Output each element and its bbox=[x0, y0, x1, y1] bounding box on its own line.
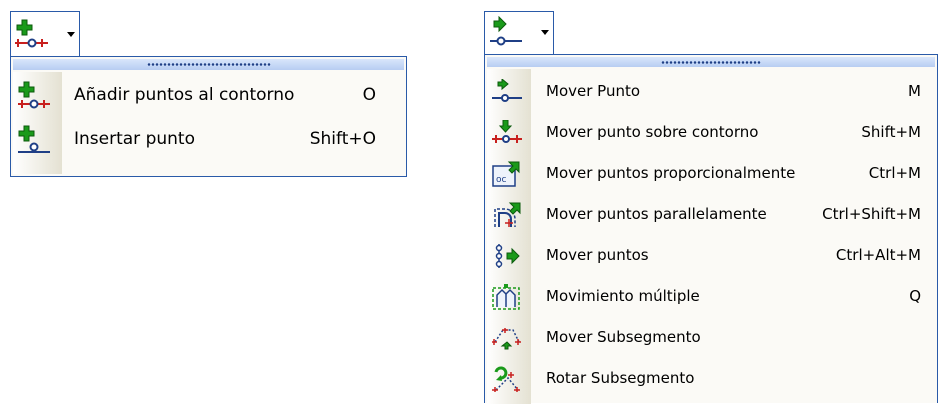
move-points-menu-button[interactable] bbox=[484, 11, 554, 55]
move-points-proportionally-icon: oc bbox=[492, 161, 522, 187]
grip-dots bbox=[661, 60, 761, 64]
menu-item-shortcut: Shift+M bbox=[861, 123, 921, 141]
menu-item-move-subsegment[interactable]: Mover Subsegmento bbox=[485, 316, 937, 357]
menu-item-label: Añadir puntos al contorno bbox=[74, 85, 295, 105]
menu-item-shortcut: M bbox=[908, 82, 921, 100]
chevron-down-icon bbox=[67, 32, 75, 37]
menu-item-label: Mover puntos proporcionalmente bbox=[546, 164, 796, 182]
menu-item-label: Mover puntos parallelamente bbox=[546, 205, 767, 223]
menu-item-label: Rotar Subsegmento bbox=[546, 369, 695, 387]
menu-item-move-point[interactable]: Mover Punto M bbox=[485, 70, 937, 111]
menu-item-shortcut: Ctrl+Alt+M bbox=[835, 246, 921, 264]
menu-item-rotate-subsegment[interactable]: Rotar Subsegmento bbox=[485, 357, 937, 398]
menu-item-insert-point[interactable]: Insertar punto Shift+O bbox=[11, 117, 406, 161]
menu-item-shortcut: Ctrl+Shift+M bbox=[822, 205, 921, 223]
dropdown-panel: Mover Punto M Mover punto sobre contorno… bbox=[484, 54, 938, 404]
move-subsegment-icon bbox=[492, 325, 522, 351]
menu-item-label: Mover Punto bbox=[546, 82, 641, 100]
menu-item-shortcut: Ctrl+M bbox=[868, 164, 921, 182]
menu-item-label: Movimiento múltiple bbox=[546, 287, 700, 305]
multiple-movement-icon bbox=[492, 284, 522, 310]
move-points-menu: Mover Punto M Mover punto sobre contorno… bbox=[484, 11, 938, 404]
svg-text:oc: oc bbox=[496, 175, 507, 185]
move-points-parallel-icon bbox=[492, 202, 522, 228]
menu-item-label: Insertar punto bbox=[74, 129, 195, 149]
menu-item-move-points-parallel[interactable]: Mover puntos parallelamente Ctrl+Shift+M bbox=[485, 193, 937, 234]
rotate-subsegment-icon bbox=[492, 366, 522, 392]
grip-dots bbox=[146, 63, 271, 66]
move-point-icon bbox=[489, 16, 523, 50]
add-points-menu-button[interactable] bbox=[10, 11, 80, 57]
menu-item-move-points-proportionally[interactable]: oc Mover puntos proporcionalmente Ctrl+M bbox=[485, 152, 937, 193]
move-points-icon bbox=[492, 243, 522, 269]
menu-grip[interactable] bbox=[13, 59, 404, 70]
menu-item-multiple-movement[interactable]: Movimiento múltiple Q bbox=[485, 275, 937, 316]
chevron-down-icon bbox=[541, 30, 549, 35]
move-point-on-contour-icon bbox=[492, 120, 522, 146]
menu-item-move-point-on-contour[interactable]: Mover punto sobre contorno Shift+M bbox=[485, 111, 937, 152]
menu-item-label: Mover puntos bbox=[546, 246, 649, 264]
menu-grip[interactable] bbox=[487, 57, 935, 67]
menu-item-shortcut: Shift+O bbox=[309, 129, 376, 149]
menu-item-add-points-contour[interactable]: Añadir puntos al contorno O bbox=[11, 73, 406, 117]
dropdown-panel: Añadir puntos al contorno O Insertar pun… bbox=[10, 56, 407, 177]
add-points-contour-icon bbox=[18, 81, 50, 111]
menu-item-label: Mover punto sobre contorno bbox=[546, 123, 759, 141]
add-points-menu: Añadir puntos al contorno O Insertar pun… bbox=[10, 11, 407, 177]
menu-item-shortcut: O bbox=[362, 85, 376, 105]
move-point-icon bbox=[492, 79, 522, 105]
add-points-icon bbox=[15, 17, 49, 51]
menu-item-label: Mover Subsegmento bbox=[546, 328, 701, 346]
insert-point-icon bbox=[18, 125, 50, 155]
menu-item-shortcut: Q bbox=[909, 287, 921, 305]
menu-item-move-points[interactable]: Mover puntos Ctrl+Alt+M bbox=[485, 234, 937, 275]
